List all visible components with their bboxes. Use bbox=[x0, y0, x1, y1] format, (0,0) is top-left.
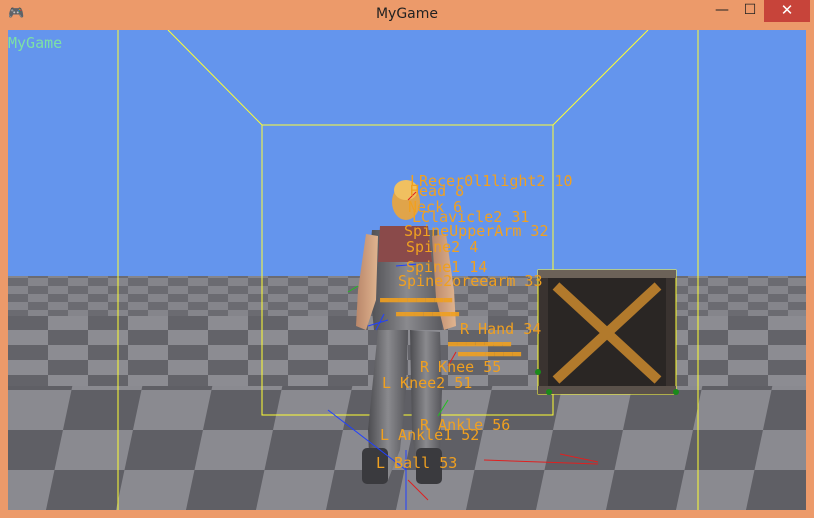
overlay-app-label: MyGame bbox=[8, 34, 63, 52]
bone-label: L Ankle1 52 bbox=[380, 426, 479, 444]
scene-canvas[interactable]: LRecer0l1light2 10 Head 8 Neck 6 LClavic… bbox=[8, 30, 806, 510]
game-viewport[interactable]: LRecer0l1light2 10 Head 8 Neck 6 LClavic… bbox=[8, 30, 806, 510]
wooden-crate[interactable] bbox=[535, 269, 679, 395]
minimize-button[interactable]: — bbox=[708, 0, 736, 22]
maximize-button[interactable]: ☐ bbox=[736, 0, 764, 22]
close-button[interactable]: ✕ bbox=[764, 0, 810, 22]
bone-label: Spine2 4 bbox=[406, 238, 478, 256]
game-window: 🎮 MyGame — ☐ ✕ LRecer0l1light2 10 Head 8… bbox=[0, 0, 814, 518]
title-bar[interactable]: 🎮 MyGame — ☐ ✕ bbox=[0, 0, 814, 30]
bone-label: L Ball 53 bbox=[376, 454, 457, 472]
bone-label-cluster: ▬▬▬▬▬▬▬ bbox=[458, 344, 521, 362]
bone-label-cluster: ▬▬▬▬▬▬▬ bbox=[396, 304, 459, 322]
bone-label: L Knee2 51 bbox=[382, 374, 472, 392]
window-title: MyGame bbox=[375, 6, 439, 22]
bone-label: Spine2oreearm 33 bbox=[398, 272, 543, 290]
